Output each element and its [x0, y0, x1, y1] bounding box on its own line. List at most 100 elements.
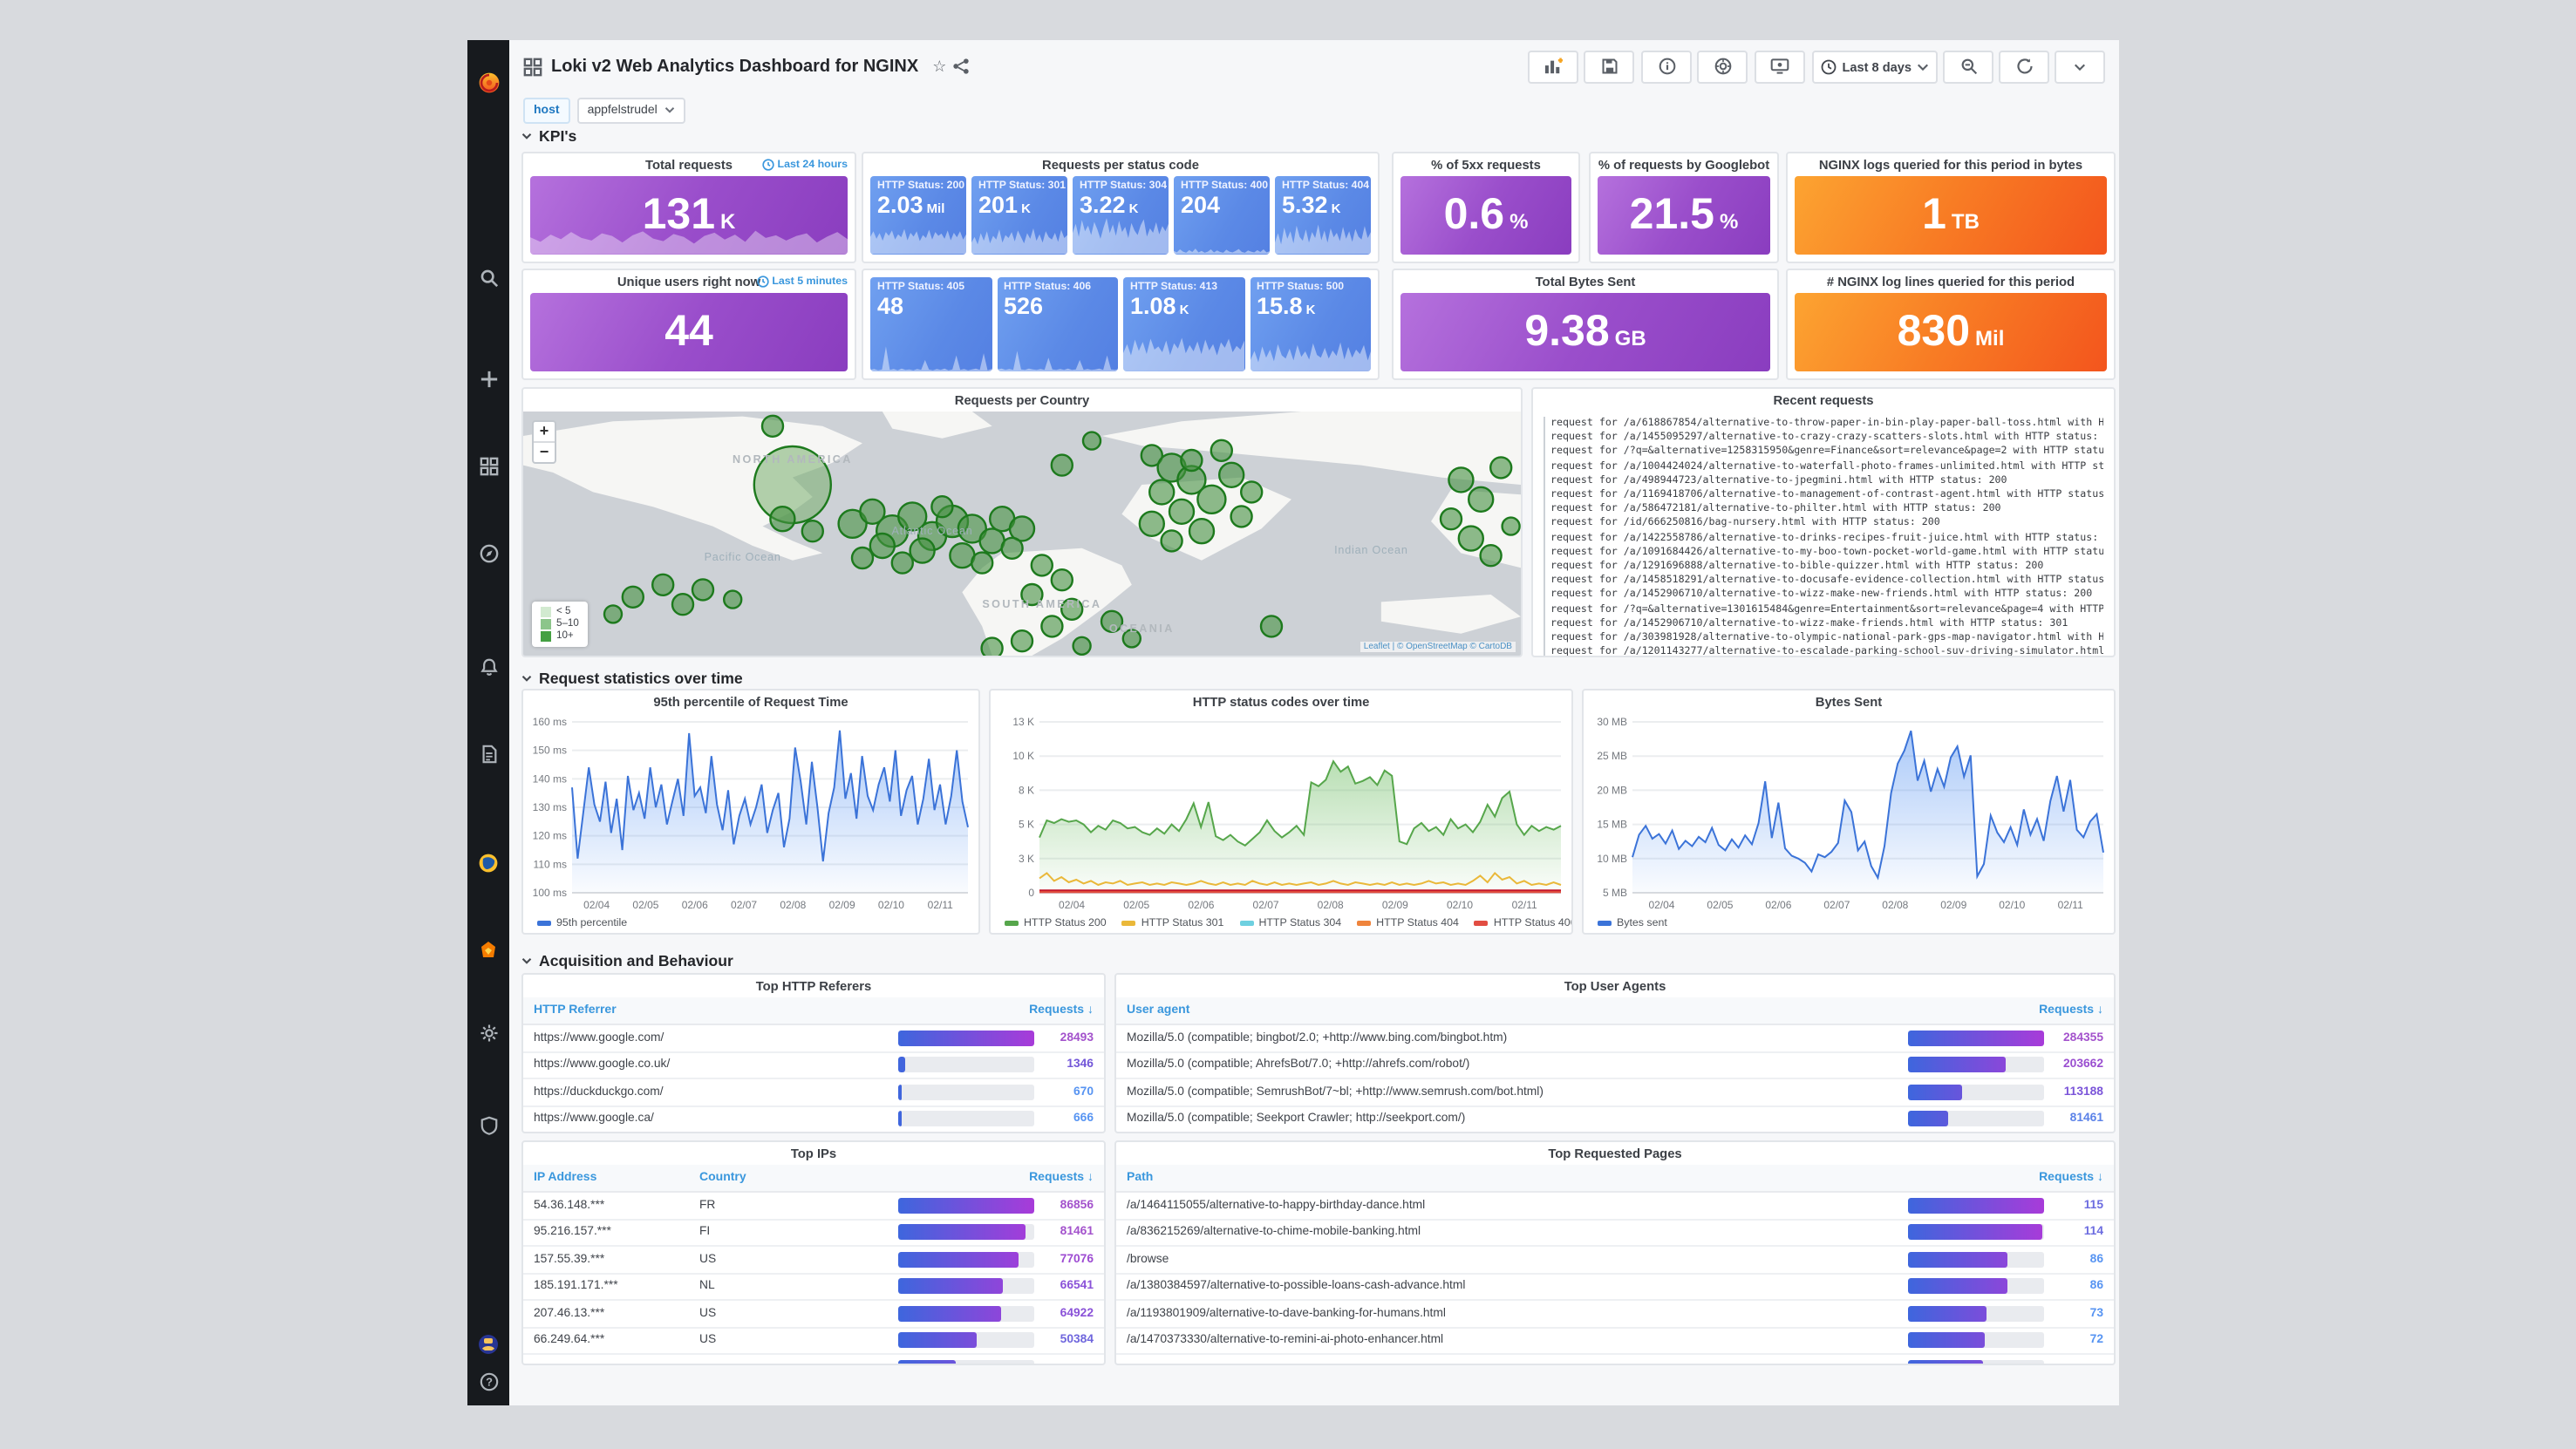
- log-line[interactable]: request for /a/1091684426/alternative-to…: [1544, 546, 2103, 560]
- panel-title[interactable]: Requests per Country: [523, 389, 1521, 412]
- grafana-logo-icon[interactable]: [476, 70, 501, 94]
- log-line[interactable]: request for /a/303981928/alternative-to-…: [1544, 631, 2103, 645]
- log-lines-stat[interactable]: 830Mil: [1795, 293, 2107, 371]
- map-attribution[interactable]: Leaflet | © OpenStreetMap © CartoDB: [1360, 642, 1516, 652]
- time-range-picker[interactable]: Last 8 days: [1813, 50, 1939, 83]
- legend-item[interactable]: HTTP Status 406: [1475, 917, 1573, 929]
- panel-title[interactable]: Recent requests: [1533, 389, 2114, 412]
- row-label[interactable]: /browse: [1127, 1254, 1908, 1266]
- log-line[interactable]: request for /a/1455095297/alternative-to…: [1544, 431, 2103, 445]
- explore-compass-icon[interactable]: [476, 541, 501, 565]
- panel-title[interactable]: Bytes Sent: [1584, 690, 2114, 713]
- log-line[interactable]: request for /?q=&alternative=1258315950&…: [1544, 446, 2103, 459]
- total-requests-stat[interactable]: 131K: [530, 176, 848, 255]
- alerting-bell-icon[interactable]: [476, 654, 501, 678]
- panel-title[interactable]: NGINX logs queried for this period in by…: [1788, 153, 2114, 176]
- legend-item[interactable]: HTTP Status 200: [1005, 917, 1107, 929]
- worldping-plugin-icon[interactable]: [476, 851, 501, 875]
- dashboards-icon[interactable]: [476, 453, 501, 478]
- section-kpis[interactable]: KPI's: [521, 127, 576, 145]
- log-line[interactable]: request for /a/498944723/alternative-to-…: [1544, 474, 2103, 488]
- row-label[interactable]: 157.55.39.***: [534, 1254, 699, 1266]
- legend-item[interactable]: HTTP Status 301: [1122, 917, 1224, 929]
- log-line[interactable]: request for /a/1452906710/alternative-to…: [1544, 617, 2103, 631]
- panel-title[interactable]: HTTP status codes over time: [991, 690, 1571, 713]
- status-code-stat[interactable]: HTTP Status: 40548: [870, 277, 992, 371]
- add-icon[interactable]: [476, 366, 501, 391]
- row-label[interactable]: 54.36.148.***: [534, 1200, 699, 1212]
- row-label[interactable]: https://www.google.com/: [534, 1032, 898, 1044]
- panel-title[interactable]: % of requests by Googlebot: [1591, 153, 1777, 176]
- row-label[interactable]: https://www.google.ca/: [534, 1113, 898, 1126]
- status-code-stat[interactable]: HTTP Status: 4131.08K: [1123, 277, 1244, 371]
- panel-title[interactable]: Top User Agents: [1116, 975, 2114, 997]
- legend-item[interactable]: HTTP Status 404: [1357, 917, 1459, 929]
- row-label[interactable]: https://www.google.co.uk/: [534, 1059, 898, 1071]
- map-zoom-out[interactable]: −: [534, 443, 555, 462]
- chart-bytes-sent[interactable]: 5 MB10 MB15 MB20 MB25 MB30 MB02/0402/050…: [1584, 713, 2114, 914]
- dashboard-settings-button[interactable]: [1698, 50, 1748, 83]
- world-map[interactable]: + − < 55–1010+ Leaflet | © OpenStreetMap…: [523, 412, 1521, 656]
- logs-bytes-stat[interactable]: 1TB: [1795, 176, 2107, 255]
- log-line[interactable]: request for /?q=&alternative=1301615484&…: [1544, 602, 2103, 616]
- row-label[interactable]: 185.191.171.***: [534, 1281, 699, 1293]
- chart-legend[interactable]: 95th percentile: [523, 914, 978, 933]
- log-line[interactable]: request for /a/1004424024/alternative-to…: [1544, 459, 2103, 473]
- profile-avatar[interactable]: [476, 1332, 501, 1357]
- shield-icon[interactable]: [476, 1112, 501, 1137]
- row-label[interactable]: Mozilla/5.0 (compatible; Seekport Crawle…: [1127, 1113, 1908, 1126]
- status-code-stat[interactable]: HTTP Status: 406526: [997, 277, 1118, 371]
- status-code-stat[interactable]: HTTP Status: 3043.22K: [1073, 176, 1169, 255]
- log-line[interactable]: request for /a/1201143277/alternative-to…: [1544, 646, 2103, 656]
- row-label[interactable]: /a/836215269/alternative-to-chime-mobile…: [1127, 1227, 1908, 1239]
- log-line[interactable]: request for /a/1169418706/alternative-to…: [1544, 488, 2103, 502]
- search-icon[interactable]: [476, 265, 501, 289]
- row-label[interactable]: /a/1464115055/alternative-to-happy-birth…: [1127, 1200, 1908, 1212]
- row-label[interactable]: Mozilla/5.0 (compatible; AhrefsBot/7.0; …: [1127, 1059, 1908, 1071]
- log-line[interactable]: request for /a/1452906710/alternative-to…: [1544, 588, 2103, 602]
- total-bytes-stat[interactable]: 9.38GB: [1400, 293, 1770, 371]
- share-icon[interactable]: [951, 58, 969, 75]
- refresh-interval-dropdown[interactable]: [2055, 50, 2105, 83]
- log-line[interactable]: request for /a/1458518291/alternative-to…: [1544, 574, 2103, 588]
- log-line[interactable]: request for /a/586472181/alternative-to-…: [1544, 502, 2103, 516]
- row-label[interactable]: /a/1193801909/alternative-to-dave-bankin…: [1127, 1308, 1908, 1320]
- table-header[interactable]: IP Address Country Requests ↓: [523, 1165, 1104, 1193]
- chart-legend[interactable]: HTTP Status 200 HTTP Status 301 HTTP Statu…: [991, 914, 1571, 933]
- chart-95th-percentile[interactable]: 100 ms110 ms120 ms130 ms140 ms150 ms160 …: [523, 713, 978, 914]
- zoom-out-time-button[interactable]: [1943, 50, 1993, 83]
- app-plugin-icon[interactable]: [476, 938, 501, 963]
- status-code-stat[interactable]: HTTP Status: 2002.03Mil: [870, 176, 966, 255]
- row-label[interactable]: 207.46.13.***: [534, 1308, 699, 1320]
- section-request-stats[interactable]: Request statistics over time: [521, 670, 743, 687]
- section-acquisition[interactable]: Acquisition and Behaviour: [521, 952, 733, 969]
- pct-5xx-stat[interactable]: 0.6%: [1400, 176, 1571, 255]
- add-panel-button[interactable]: [1529, 50, 1579, 83]
- map-zoom-control[interactable]: + −: [532, 420, 556, 464]
- star-icon[interactable]: ☆: [932, 57, 946, 76]
- row-label[interactable]: https://duckduckgo.com/: [534, 1086, 898, 1099]
- legend-item[interactable]: Bytes sent: [1598, 917, 1667, 929]
- panel-title[interactable]: Requests per status code: [863, 153, 1378, 176]
- refresh-button[interactable]: [1999, 50, 2049, 83]
- table-header[interactable]: HTTP Referrer Requests ↓: [523, 997, 1104, 1025]
- status-code-stat[interactable]: HTTP Status: 400204: [1174, 176, 1270, 255]
- help-icon[interactable]: ?: [476, 1369, 501, 1393]
- panel-title[interactable]: Top Requested Pages: [1116, 1142, 2114, 1165]
- save-dashboard-button[interactable]: [1584, 50, 1635, 83]
- panel-title[interactable]: % of 5xx requests: [1394, 153, 1578, 176]
- row-label[interactable]: /a/1470373330/alternative-to-remini-ai-p…: [1127, 1335, 1908, 1347]
- row-label[interactable]: 66.249.64.***: [534, 1335, 699, 1347]
- cycle-view-tv-button[interactable]: [1755, 50, 1806, 83]
- log-lines[interactable]: request for /a/618867854/alternative-to-…: [1533, 412, 2114, 656]
- table-header[interactable]: User agent Requests ↓: [1116, 997, 2114, 1025]
- status-code-stat[interactable]: HTTP Status: 50015.8K: [1250, 277, 1371, 371]
- row-label[interactable]: Mozilla/5.0 (compatible; SemrushBot/7~bl…: [1127, 1086, 1908, 1099]
- dashboard-info-button[interactable]: [1642, 50, 1693, 83]
- panel-title[interactable]: Top IPs: [523, 1142, 1104, 1165]
- legend-item[interactable]: HTTP Status 304: [1239, 917, 1341, 929]
- log-line[interactable]: request for /a/618867854/alternative-to-…: [1544, 417, 2103, 431]
- log-line[interactable]: request for /a/1291696888/alternative-to…: [1544, 560, 2103, 574]
- panel-title[interactable]: Total Bytes Sent: [1394, 270, 1777, 293]
- status-code-stat[interactable]: HTTP Status: 4045.32K: [1275, 176, 1371, 255]
